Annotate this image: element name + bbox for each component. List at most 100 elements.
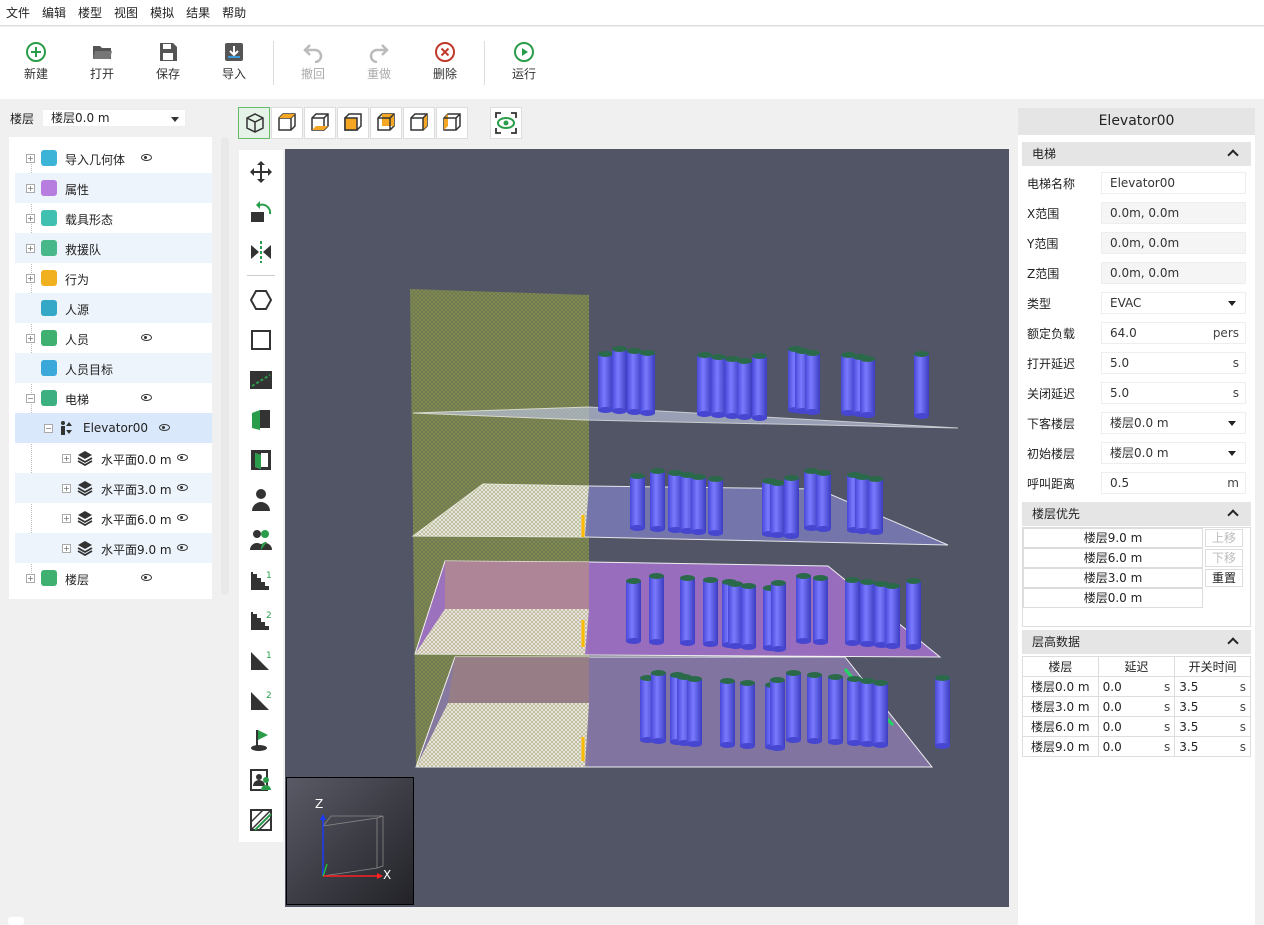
expand-icon[interactable]: + — [62, 544, 71, 553]
view-back-button[interactable] — [370, 107, 402, 139]
move-down-button[interactable]: 下移 — [1205, 549, 1243, 567]
priority-item[interactable]: 楼层9.0 m — [1023, 528, 1203, 548]
menu-help[interactable]: 帮助 — [222, 4, 246, 21]
eye-icon[interactable] — [141, 154, 152, 161]
obstacle-hatch-icon[interactable] — [249, 808, 273, 832]
expand-icon[interactable]: + — [62, 484, 71, 493]
expand-icon[interactable]: + — [26, 214, 35, 223]
eye-icon[interactable] — [177, 484, 188, 491]
view-bottom-button[interactable] — [304, 107, 336, 139]
time-input[interactable]: 3.5 s — [1174, 716, 1251, 737]
door-icon[interactable] — [249, 408, 273, 432]
collapse-icon[interactable]: − — [26, 394, 35, 403]
tree-item-person-target[interactable]: 人员目标 — [15, 353, 212, 383]
call-distance-input[interactable]: 0.5 m — [1101, 472, 1246, 494]
exit-icon[interactable] — [249, 448, 273, 472]
eye-icon[interactable] — [141, 334, 152, 341]
eye-icon[interactable] — [141, 574, 152, 581]
goal-flag-icon[interactable] — [249, 728, 273, 752]
view-3d-button[interactable] — [238, 107, 270, 139]
priority-item[interactable]: 楼层0.0 m — [1023, 588, 1203, 608]
initial-floor-select[interactable]: 楼层0.0 m — [1101, 442, 1246, 464]
open-button[interactable]: 打开 — [72, 41, 132, 82]
undo-button[interactable]: 撤回 — [283, 41, 343, 82]
eye-icon[interactable] — [177, 514, 188, 521]
expand-icon[interactable]: + — [62, 454, 71, 463]
close-delay-input[interactable]: 5.0 s — [1101, 382, 1246, 404]
chevron-up-icon[interactable] — [1227, 509, 1239, 521]
polygon-icon[interactable] — [249, 288, 273, 312]
wall-icon[interactable] — [249, 368, 273, 392]
view-front-button[interactable] — [337, 107, 369, 139]
eye-icon[interactable] — [159, 424, 170, 431]
floor-dropdown[interactable]: 楼层0.0 m — [42, 109, 186, 127]
expand-icon[interactable]: + — [26, 154, 35, 163]
time-input[interactable]: 3.5 s — [1174, 736, 1251, 757]
delay-input[interactable]: 0.0 s — [1097, 696, 1176, 717]
group-icon[interactable] — [249, 528, 273, 552]
eye-icon[interactable] — [141, 394, 152, 401]
tree-item-persons[interactable]: + 人员 — [15, 323, 212, 353]
eye-icon[interactable] — [177, 454, 188, 461]
priority-item[interactable]: 楼层3.0 m — [1023, 568, 1203, 588]
mirror-icon[interactable] — [249, 240, 273, 264]
ramp-2-icon[interactable]: 2 — [249, 688, 273, 712]
open-delay-input[interactable]: 5.0 s — [1101, 352, 1246, 374]
expand-icon[interactable]: + — [26, 274, 35, 283]
time-input[interactable]: 3.5 s — [1174, 696, 1251, 717]
delay-input[interactable]: 0.0 s — [1097, 716, 1176, 737]
rectangle-icon[interactable] — [249, 328, 273, 352]
save-button[interactable]: 保存 — [138, 41, 198, 82]
expand-icon[interactable]: + — [26, 334, 35, 343]
view-top-button[interactable] — [271, 107, 303, 139]
menu-model[interactable]: 楼型 — [78, 4, 102, 21]
elevator-name-input[interactable]: Elevator00 — [1101, 172, 1246, 194]
view-left-button[interactable] — [403, 107, 435, 139]
chevron-up-icon[interactable] — [1227, 637, 1239, 649]
time-input[interactable]: 3.5 s — [1174, 676, 1251, 697]
rotate-icon[interactable] — [249, 200, 273, 224]
tree-item-level-0[interactable]: + 水平面0.0 m — [15, 443, 212, 473]
3d-viewport[interactable]: Z X — [285, 149, 1009, 907]
tree-item-elevator00[interactable]: − Elevator00 — [15, 413, 212, 443]
reset-button[interactable]: 重置 — [1205, 569, 1243, 587]
expand-icon[interactable]: + — [26, 244, 35, 253]
menu-edit[interactable]: 编辑 — [42, 4, 66, 21]
chevron-up-icon[interactable] — [1227, 149, 1239, 161]
eye-icon[interactable] — [177, 544, 188, 551]
run-button[interactable]: 运行 — [494, 41, 554, 82]
tree-item-behavior[interactable]: + 行为 — [15, 263, 212, 293]
tree-scrollbar[interactable] — [221, 137, 229, 595]
import-button[interactable]: 导入 — [204, 41, 264, 82]
stair-1-icon[interactable]: 1 — [249, 568, 273, 592]
tree-item-floors[interactable]: + 楼层 — [15, 563, 212, 593]
tree-item-elevators[interactable]: − 电梯 — [15, 383, 212, 413]
new-button[interactable]: 新建 — [6, 41, 66, 82]
section-elevator-header[interactable]: 电梯 — [1022, 142, 1251, 166]
delete-button[interactable]: 删除 — [415, 41, 475, 82]
priority-item[interactable]: 楼层6.0 m — [1023, 548, 1203, 568]
tree-item-level-9[interactable]: + 水平面9.0 m — [15, 533, 212, 563]
tree-item-level-3[interactable]: + 水平面3.0 m — [15, 473, 212, 503]
tree-item-level-6[interactable]: + 水平面6.0 m — [15, 503, 212, 533]
rated-load-input[interactable]: 64.0 pers — [1101, 322, 1246, 344]
delay-input[interactable]: 0.0 s — [1097, 736, 1176, 757]
person-icon[interactable] — [249, 488, 273, 512]
section-priority-header[interactable]: 楼层优先 — [1022, 502, 1251, 526]
move-icon[interactable] — [249, 160, 273, 184]
expand-icon[interactable]: + — [26, 184, 35, 193]
visibility-toggle-button[interactable] — [490, 107, 522, 139]
person-source-icon[interactable] — [249, 768, 273, 792]
menu-results[interactable]: 结果 — [186, 4, 210, 21]
delay-input[interactable]: 0.0 s — [1097, 676, 1176, 697]
redo-button[interactable]: 重做 — [349, 41, 409, 82]
tree-item-vehicle-shape[interactable]: + 载具形态 — [15, 203, 212, 233]
move-up-button[interactable]: 上移 — [1205, 529, 1243, 547]
menu-simulate[interactable]: 模拟 — [150, 4, 174, 21]
expand-icon[interactable]: + — [62, 514, 71, 523]
tree-item-person-source[interactable]: 人源 — [15, 293, 212, 323]
horizontal-scroll-thumb[interactable] — [8, 917, 24, 925]
view-right-button[interactable] — [436, 107, 468, 139]
menu-file[interactable]: 文件 — [6, 4, 30, 21]
discharge-floor-select[interactable]: 楼层0.0 m — [1101, 412, 1246, 434]
